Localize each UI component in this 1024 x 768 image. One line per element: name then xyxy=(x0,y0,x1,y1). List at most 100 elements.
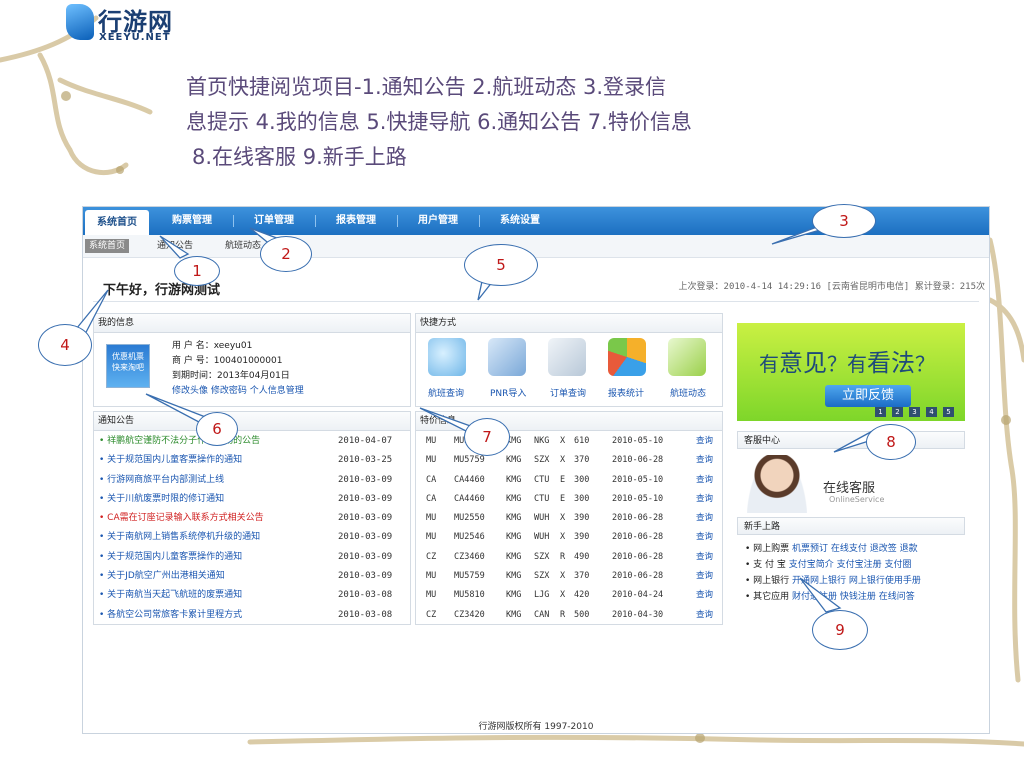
deal-from: KMG xyxy=(506,532,522,543)
nav-tab-home[interactable]: 系统首页 xyxy=(85,210,149,235)
report-chart-icon[interactable] xyxy=(608,338,646,376)
deal-to: SZX xyxy=(534,571,550,582)
notice-date: 2010-03-09 xyxy=(338,493,393,504)
subnav-flight-status[interactable]: 航班动态 xyxy=(225,239,261,253)
notice-row[interactable]: • 关于南航网上销售系统停机升级的通知 2010-03-09 xyxy=(94,528,410,547)
flight-search-icon[interactable] xyxy=(428,338,466,376)
flight-status-icon[interactable] xyxy=(668,338,706,376)
deal-price: 500 xyxy=(574,609,590,620)
deal-cabin: X xyxy=(560,455,566,466)
banner-page-5[interactable]: 5 xyxy=(943,407,954,417)
deal-query-link[interactable]: 查询 xyxy=(696,567,713,586)
personal-info-link[interactable]: 个人信息管理 xyxy=(250,386,304,396)
deal-query-link[interactable]: 查询 xyxy=(696,432,713,451)
quick-report[interactable]: 报表统计 xyxy=(608,386,644,399)
nav-tab-tickets[interactable]: 购票管理 xyxy=(157,207,227,235)
notice-row[interactable]: • 关于规范国内儿童客票操作的通知 2010-03-25 xyxy=(94,451,410,470)
banner-text-c: ？有 xyxy=(827,352,867,376)
slide-caption: 首页快捷阅览项目-1.通知公告 2.航班动态 3.登录信 息提示 4.我的信息 … xyxy=(186,70,866,175)
nav-tab-reports[interactable]: 报表管理 xyxy=(321,207,391,235)
deal-row: MU MU5810 KMG LJG X 420 2010-04-24 查询 xyxy=(416,586,722,605)
deal-date: 2010-05-10 xyxy=(612,436,664,446)
deal-cabin: E xyxy=(560,493,566,504)
change-avatar-link[interactable]: 修改头像 xyxy=(172,386,208,396)
notice-text[interactable]: • 关于JD航空广州出港相关通知 xyxy=(99,567,225,586)
notice-row[interactable]: • 行游网商旅平台内部测试上线 2010-03-09 xyxy=(94,471,410,490)
order-search-icon[interactable] xyxy=(548,338,586,376)
deals-list: MU MU2546 KMG NKG X 610 2010-05-10 查询 MU MU5759 KM… xyxy=(416,432,722,625)
quick-flight-status[interactable]: 航班动态 xyxy=(670,386,706,399)
nav-tab-orders[interactable]: 订单管理 xyxy=(239,207,309,235)
banner-text-a: 有 xyxy=(759,352,779,376)
deal-flight: CZ3460 xyxy=(454,551,485,562)
notice-row[interactable]: • 各航空公司常旅客卡累计里程方式 2010-03-08 xyxy=(94,606,410,625)
deal-query-link[interactable]: 查询 xyxy=(696,528,713,547)
deal-airline: MU xyxy=(426,532,437,543)
nav-separator xyxy=(315,215,316,227)
notice-row[interactable]: • 关于南航当天起飞航班的废票通知 2010-03-08 xyxy=(94,586,410,605)
banner-page-4[interactable]: 4 xyxy=(926,407,937,417)
logo-mark-icon xyxy=(66,4,94,40)
feedback-banner[interactable]: 有意见？有看法？ 立即反馈 1 2 3 4 5 xyxy=(737,323,965,421)
deal-query-link[interactable]: 查询 xyxy=(696,471,713,490)
notice-text[interactable]: • 关于规范国内儿童客票操作的通知 xyxy=(99,548,242,567)
deal-airline: MU xyxy=(426,455,437,466)
deal-to: CTU xyxy=(534,474,550,485)
notice-date: 2010-03-08 xyxy=(338,590,393,601)
deal-from: KMG xyxy=(506,455,522,466)
notice-text[interactable]: • 关于规范国内儿童客票操作的通知 xyxy=(99,451,242,470)
notice-row[interactable]: • 关于JD航空广州出港相关通知 2010-03-09 xyxy=(94,567,410,586)
feedback-button[interactable]: 立即反馈 xyxy=(825,385,911,407)
deal-cabin: X xyxy=(560,532,566,543)
notice-text[interactable]: • CA需在订座记录输入联系方式相关公告 xyxy=(99,509,264,528)
quick-pnr-import[interactable]: PNR导入 xyxy=(490,386,526,399)
avatar-text-2: 快来淘吧 xyxy=(112,363,144,372)
subnav-notice[interactable]: 通知公告 xyxy=(157,239,193,253)
notice-text[interactable]: • 关于南航当天起飞航班的废票通知 xyxy=(99,586,242,605)
notice-text[interactable]: • 各航空公司常旅客卡累计里程方式 xyxy=(99,606,242,625)
username: 用 户 名：xeeyu01 xyxy=(172,341,253,351)
notice-row[interactable]: • 关于川航废票时限的修订通知 2010-03-09 xyxy=(94,490,410,509)
help-links[interactable]: 财付通注册 快钱注册 在线问答 xyxy=(792,592,915,602)
deal-flight: CA4460 xyxy=(454,493,485,504)
pnr-import-icon[interactable] xyxy=(488,338,526,376)
deal-query-link[interactable]: 查询 xyxy=(696,509,713,528)
deal-query-link[interactable]: 查询 xyxy=(696,548,713,567)
deal-query-link[interactable]: 查询 xyxy=(696,606,713,625)
notice-row[interactable]: • CA需在订座记录输入联系方式相关公告 2010-03-09 xyxy=(94,509,410,528)
banner-text: 有意见？有看法？ xyxy=(759,343,935,378)
deal-query-link[interactable]: 查询 xyxy=(696,586,713,605)
notice-row[interactable]: • 关于规范国内儿童客票操作的通知 2010-03-09 xyxy=(94,548,410,567)
notice-text[interactable]: • 行游网商旅平台内部测试上线 xyxy=(99,471,224,490)
help-links[interactable]: 开通网上银行 网上银行使用手册 xyxy=(792,576,921,586)
quick-order-search[interactable]: 订单查询 xyxy=(550,386,586,399)
help-links[interactable]: 支付宝简介 支付宝注册 支付圈 xyxy=(789,560,912,570)
change-password-link[interactable]: 修改密码 xyxy=(211,386,247,396)
notice-text[interactable]: • 关于川航废票时限的修订通知 xyxy=(99,490,224,509)
deal-flight: MU2550 xyxy=(454,513,485,524)
deal-row: CZ CZ3460 KMG SZX R 490 2010-06-28 查询 xyxy=(416,548,722,567)
notice-row[interactable]: • 祥鹏航空谨防不法分子作恶活动的公告 2010-04-07 xyxy=(94,432,410,451)
deal-row: CA CA4460 KMG CTU E 300 2010-05-10 查询 xyxy=(416,490,722,509)
xeeyu-logo: 行游网 XEEYU.NET xyxy=(66,2,186,44)
deal-flight: MU2546 xyxy=(454,532,485,543)
deal-row: MUMU2546KMGNKGX6102010-05-10查询 xyxy=(416,432,722,451)
deal-query-link[interactable]: 查询 xyxy=(696,490,713,509)
nav-tab-users[interactable]: 用户管理 xyxy=(403,207,473,235)
banner-text-e: ？ xyxy=(915,352,935,376)
deal-from: KMG xyxy=(506,609,522,620)
online-service[interactable]: 在线客服 OnlineService xyxy=(743,455,963,515)
banner-page-2[interactable]: 2 xyxy=(892,407,903,417)
help-links[interactable]: 机票预订 在线支付 退改签 退款 xyxy=(792,544,918,554)
banner-page-1[interactable]: 1 xyxy=(875,407,886,417)
callout-1: 1 xyxy=(174,256,220,286)
notice-text[interactable]: • 关于南航网上销售系统停机升级的通知 xyxy=(99,528,260,547)
quick-flight-search[interactable]: 航班查询 xyxy=(428,386,464,399)
nav-tab-settings[interactable]: 系统设置 xyxy=(485,207,555,235)
subnav-home[interactable]: 系统首页 xyxy=(85,239,130,253)
banner-page-3[interactable]: 3 xyxy=(909,407,920,417)
deal-airline: CA xyxy=(426,493,437,504)
avatar[interactable]: 优惠机票 快来淘吧 xyxy=(106,344,150,388)
merchant-id: 商 户 号：100401000001 xyxy=(172,356,283,366)
deal-query-link[interactable]: 查询 xyxy=(696,451,713,470)
